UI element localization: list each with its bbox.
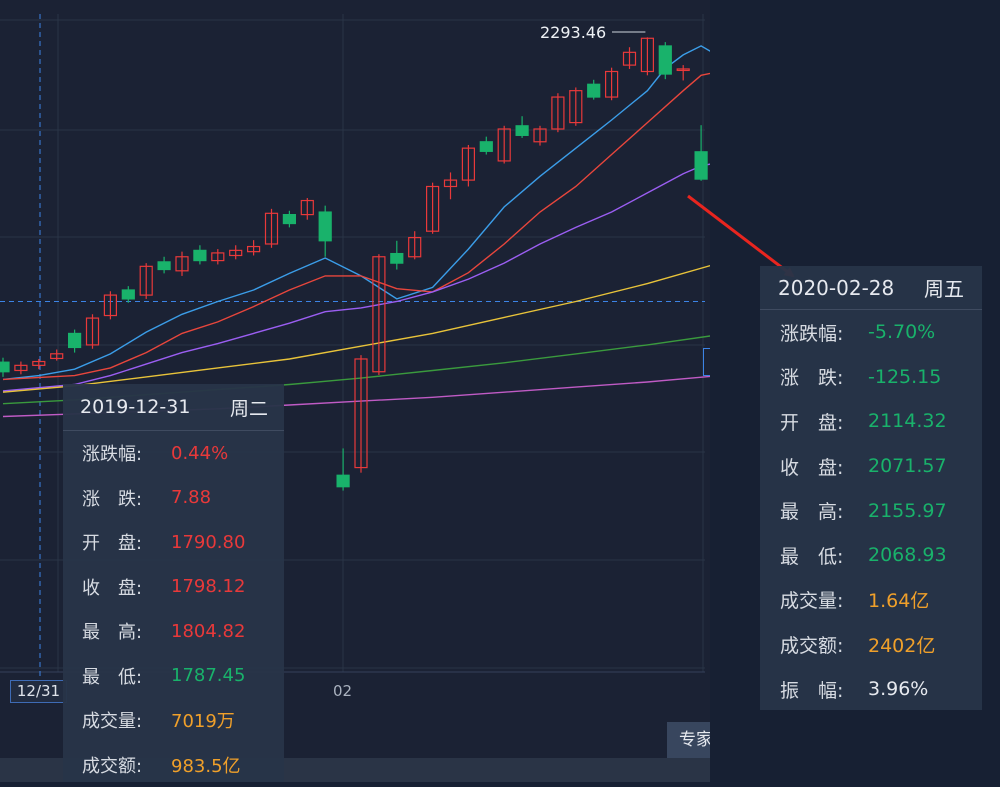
tooltip-row-label: 涨跌幅: [82, 440, 171, 466]
tooltip-row-label: 成交量: [780, 586, 868, 613]
tooltip-row-value: 2114.32 [868, 410, 947, 432]
tooltip-2019-12-31: 2019-12-31 周二 涨跌幅:0.44%涨 跌:7.88开 盘:1790.… [63, 384, 284, 782]
candle-body [480, 142, 492, 152]
tooltip-row-value: 7019万 [171, 707, 235, 733]
tooltip-row-label: 成交额: [780, 631, 868, 658]
candle-body [659, 46, 671, 74]
tooltip-rows: 涨跌幅:-5.70%涨 跌:-125.15开 盘:2114.32收 盘:2071… [760, 310, 982, 711]
tooltip-row-label: 涨跌幅: [780, 319, 868, 346]
x-axis-tick-label: 02 [333, 682, 352, 700]
tooltip-row-value: 2068.93 [868, 544, 947, 566]
tooltip-row-label: 开 盘: [780, 408, 868, 435]
tooltip-row: 成交额:2402亿 [760, 622, 982, 667]
tooltip-row-value: 1790.80 [171, 532, 245, 553]
tooltip-row: 成交量:7019万 [63, 698, 284, 743]
tooltip-row: 成交量:1.64亿 [760, 578, 982, 623]
tooltip-row-label: 涨 跌: [780, 363, 868, 390]
tooltip-row-value: 1798.12 [171, 576, 245, 597]
candle-body [158, 262, 170, 270]
tooltip-rows: 涨跌幅:0.44%涨 跌:7.88开 盘:1790.80收 盘:1798.12最… [63, 431, 284, 787]
tooltip-row: 涨 跌:-125.15 [760, 355, 982, 400]
tooltip-row: 最 高:2155.97 [760, 488, 982, 533]
tooltip-header: 2019-12-31 周二 [63, 384, 284, 431]
max-price-annotation: 2293.46 [540, 23, 606, 42]
tooltip-row-value: 0.44% [171, 443, 228, 464]
tooltip-row-label: 振 幅: [780, 676, 868, 703]
crosshair-price-marker [703, 348, 710, 376]
tooltip-weekday: 周二 [230, 394, 268, 421]
tooltip-row: 最 高:1804.82 [63, 609, 284, 654]
tooltip-row: 开 盘:1790.80 [63, 520, 284, 565]
tooltip-row-label: 最 高: [82, 618, 171, 644]
tooltip-2020-02-28: 2020-02-28 周五 涨跌幅:-5.70%涨 跌:-125.15开 盘:2… [760, 266, 982, 710]
tooltip-row-value: 7.88 [171, 487, 211, 508]
tooltip-row-value: 2155.97 [868, 500, 947, 522]
moving-average-line [3, 46, 710, 380]
tooltip-row: 收 盘:2071.57 [760, 444, 982, 489]
tooltip-row-label: 收 盘: [82, 574, 171, 600]
tooltip-row-value: 1.64亿 [868, 586, 929, 613]
candle-body [283, 215, 295, 224]
expert-button[interactable]: 专家 [667, 722, 710, 758]
tooltip-row-value: -5.70% [868, 321, 935, 343]
tooltip-row-value: 2071.57 [868, 455, 947, 477]
candle-body [69, 333, 81, 347]
candle-body [194, 250, 206, 260]
tooltip-weekday: 周五 [924, 273, 964, 302]
tooltip-row-label: 涨 跌: [82, 485, 171, 511]
tooltip-row-label: 成交量: [82, 707, 171, 733]
tooltip-row: 开 盘:2114.32 [760, 399, 982, 444]
candle-body [319, 212, 331, 241]
tooltip-row: 成交额:983.5亿 [63, 743, 284, 787]
candle-body [337, 475, 349, 486]
tooltip-row: 振 幅:3.96% [760, 667, 982, 712]
tooltip-row-label: 成交额: [82, 752, 171, 778]
tooltip-date: 2019-12-31 [80, 396, 190, 418]
candle-body [516, 126, 528, 136]
tooltip-row: 涨跌幅:0.44% [63, 431, 284, 476]
tooltip-row-label: 最 高: [780, 497, 868, 524]
tooltip-row-value: 3.96% [868, 678, 928, 700]
candle-body [588, 84, 600, 97]
crosshair-date-badge: 12/31 [10, 680, 67, 703]
tooltip-row: 涨 跌:7.88 [63, 476, 284, 521]
tooltip-row: 收 盘:1798.12 [63, 565, 284, 610]
tooltip-row-value: -125.15 [868, 366, 941, 388]
tooltip-row-value: 983.5亿 [171, 752, 241, 778]
tooltip-row: 最 低:2068.93 [760, 533, 982, 578]
moving-average-line [3, 72, 710, 380]
candle-body [0, 362, 9, 372]
tooltip-row-label: 收 盘: [780, 453, 868, 480]
tooltip-header: 2020-02-28 周五 [760, 266, 982, 310]
tooltip-row-label: 最 低: [82, 663, 171, 689]
tooltip-row-value: 1804.82 [171, 621, 245, 642]
candle-body [695, 152, 707, 179]
tooltip-row-value: 1787.45 [171, 665, 245, 686]
candle-body [122, 290, 134, 299]
tooltip-row: 涨跌幅:-5.70% [760, 310, 982, 355]
tooltip-row-value: 2402亿 [868, 631, 935, 658]
moving-average-line [3, 263, 710, 392]
tooltip-row-label: 开 盘: [82, 529, 171, 555]
candle-body [391, 254, 403, 264]
tooltip-date: 2020-02-28 [778, 276, 894, 300]
tooltip-row: 最 低:1787.45 [63, 654, 284, 699]
tooltip-row-label: 最 低: [780, 542, 868, 569]
